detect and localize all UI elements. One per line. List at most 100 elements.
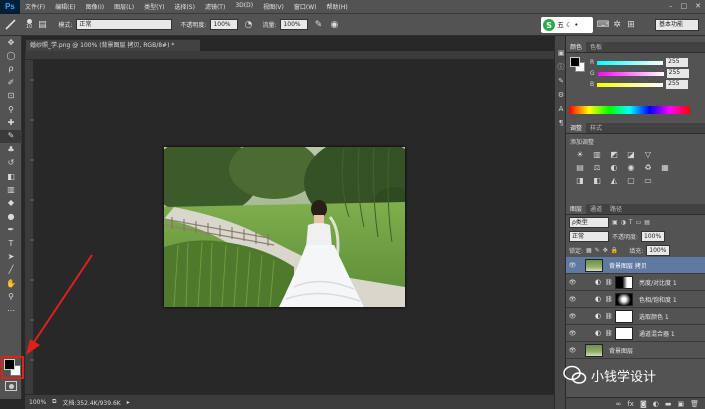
lock-paint-icon[interactable]: ✎ — [595, 247, 600, 254]
panel-fg-swatch[interactable] — [570, 57, 580, 67]
layer-name[interactable]: 背景图层 拷贝 — [609, 261, 647, 270]
chain-link-icon[interactable]: ⛓ — [605, 279, 613, 286]
document-image[interactable] — [164, 147, 405, 307]
airbrush-icon[interactable]: ✎ — [312, 19, 324, 31]
color-spectrum[interactable] — [569, 106, 690, 114]
close-icon[interactable]: ✕ — [695, 2, 701, 10]
color-balance-icon[interactable]: ⚖ — [591, 162, 603, 173]
history-brush-tool-icon[interactable]: ↺ — [0, 157, 22, 170]
layer-row[interactable]: 👁 背景图层 — [566, 342, 705, 359]
fill-input[interactable]: 100% — [646, 244, 671, 256]
layer-mask-thumbnail[interactable] — [615, 326, 633, 340]
mode-select[interactable]: 正常 — [76, 19, 173, 30]
layer-mask-thumbnail[interactable] — [615, 275, 633, 289]
layer-row[interactable]: 👁 背景图层 拷贝 — [566, 257, 705, 274]
visibility-eye-icon[interactable]: 👁 — [566, 347, 579, 354]
layer-name[interactable]: 通道混合器 1 — [639, 329, 675, 338]
lock-all-icon[interactable]: 🔒 — [611, 247, 618, 254]
menu-item[interactable]: 帮助(H) — [322, 2, 353, 11]
marquee-tool-icon[interactable]: ◯ — [0, 49, 22, 62]
channel-mixer-icon[interactable]: ♻ — [642, 162, 654, 173]
filter-shape-icon[interactable]: ▭ — [636, 219, 642, 226]
crop-tool-icon[interactable]: ⊡ — [0, 90, 22, 103]
document-size[interactable]: 文档:352.4K/939.6K — [62, 398, 120, 407]
dodge-tool-icon[interactable]: ● — [0, 210, 22, 223]
pressure-size-icon[interactable]: ◉ — [328, 19, 340, 31]
layer-row[interactable]: 👁 ◐ ⛓ 色相/饱和度 1 — [566, 291, 705, 308]
export-icon[interactable]: ⧉ — [52, 398, 56, 406]
visibility-eye-icon[interactable]: 👁 — [566, 296, 579, 303]
opacity-input[interactable]: 100% — [210, 19, 239, 30]
gradient-map-icon[interactable]: ▭ — [642, 175, 654, 186]
menu-item[interactable]: 3D(D) — [230, 2, 258, 11]
flow-input[interactable]: 100% — [280, 19, 309, 30]
lock-move-icon[interactable]: ✥ — [603, 247, 608, 254]
channel-r-value[interactable]: 255 — [666, 58, 689, 67]
workspace-select[interactable]: 基本功能 — [655, 19, 699, 31]
move-tool-icon[interactable]: ✥ — [0, 36, 22, 49]
filter-adjust-icon[interactable]: ◑ — [621, 219, 626, 226]
posterize-icon[interactable]: ◧ — [591, 175, 603, 186]
fx-icon[interactable]: fx — [627, 400, 634, 408]
black-white-icon[interactable]: ◐ — [608, 162, 620, 173]
grid-menu-icon[interactable]: ⊞ — [625, 19, 637, 31]
tab-styles[interactable]: 样式 — [586, 123, 606, 133]
layer-name[interactable]: 选取颜色 1 — [639, 312, 669, 321]
new-adjustment-icon[interactable]: ◐ — [653, 400, 659, 408]
exposure-icon[interactable]: ◪ — [625, 149, 637, 160]
gradient-tool-icon[interactable]: ▥ — [0, 183, 22, 196]
quick-mask-icon[interactable] — [5, 381, 17, 391]
tab-swatches[interactable]: 色板 — [586, 42, 606, 52]
channel-b-value[interactable]: 255 — [666, 80, 689, 89]
visibility-eye-icon[interactable]: 👁 — [566, 262, 579, 269]
lock-transparent-icon[interactable]: ▦ — [586, 247, 592, 254]
settings-icon[interactable]: ✲ — [611, 19, 623, 31]
brush-size-picker[interactable]: 10 — [26, 19, 32, 30]
layer-mask-thumbnail[interactable] — [615, 309, 633, 323]
pressure-opacity-icon[interactable]: ◔ — [242, 19, 254, 31]
visibility-eye-icon[interactable]: 👁 — [566, 330, 579, 337]
healing-tool-icon[interactable]: ✚ — [0, 116, 22, 129]
link-layers-icon[interactable]: ∞ — [616, 400, 622, 408]
menu-item[interactable]: 类型(Y) — [139, 2, 169, 11]
vibrance-icon[interactable]: ▽ — [642, 149, 654, 160]
layer-row[interactable]: 👁 ◐ ⛓ 选取颜色 1 — [566, 308, 705, 325]
slider-g-track[interactable] — [597, 71, 664, 76]
invert-icon[interactable]: ◨ — [574, 175, 586, 186]
maximize-icon[interactable]: □ — [681, 2, 688, 10]
chain-link-icon[interactable]: ⛓ — [605, 330, 613, 337]
threshold-icon[interactable]: ◭ — [608, 175, 620, 186]
layer-name[interactable]: 亮度/对比度 1 — [639, 278, 677, 287]
menu-item[interactable]: 选择(S) — [169, 2, 200, 11]
lasso-tool-icon[interactable]: ρ — [0, 63, 22, 76]
channel-g-value[interactable]: 255 — [666, 69, 689, 78]
brush-tool-preset-icon[interactable] — [4, 19, 16, 31]
input-method-badge[interactable]: S 五 ☾ • — [541, 17, 593, 33]
chain-link-icon[interactable]: ⛓ — [605, 313, 613, 320]
tab-channels[interactable]: 通道 — [586, 204, 606, 214]
layer-thumbnail[interactable] — [585, 258, 603, 272]
brush-tool-icon[interactable]: ✎ — [0, 129, 22, 144]
layer-mask-thumbnail[interactable] — [615, 292, 633, 306]
color-lookup-icon[interactable]: ▦ — [659, 162, 671, 173]
filter-pixel-icon[interactable]: ▣ — [612, 219, 618, 226]
tab-paths[interactable]: 路径 — [606, 204, 626, 214]
selective-color-icon[interactable]: ▢ — [625, 175, 637, 186]
brush-panel-icon[interactable]: ▤ — [36, 19, 48, 31]
tab-color[interactable]: 颜色 — [566, 42, 587, 52]
layer-thumbnail[interactable] — [585, 343, 603, 357]
visibility-eye-icon[interactable]: 👁 — [566, 279, 579, 286]
menu-item[interactable]: 滤镜(T) — [200, 2, 230, 11]
blend-mode-select[interactable]: 正常 — [569, 230, 609, 242]
slider-b-track[interactable] — [597, 82, 664, 87]
eraser-tool-icon[interactable]: ◧ — [0, 170, 22, 183]
eyedropper-tool-icon[interactable]: ⚲ — [0, 103, 22, 116]
quick-selection-tool-icon[interactable]: ✐ — [0, 76, 22, 89]
zoom-level[interactable]: 100% — [29, 399, 46, 406]
slider-r-track[interactable] — [597, 60, 664, 65]
layer-row[interactable]: 👁 ◐ ⛓ 亮度/对比度 1 — [566, 274, 705, 291]
tab-layers[interactable]: 图层 — [566, 204, 587, 214]
new-layer-icon[interactable]: ▣ — [677, 400, 684, 408]
filter-smart-icon[interactable]: ▤ — [644, 219, 650, 226]
tab-adjustments[interactable]: 调整 — [566, 123, 587, 133]
